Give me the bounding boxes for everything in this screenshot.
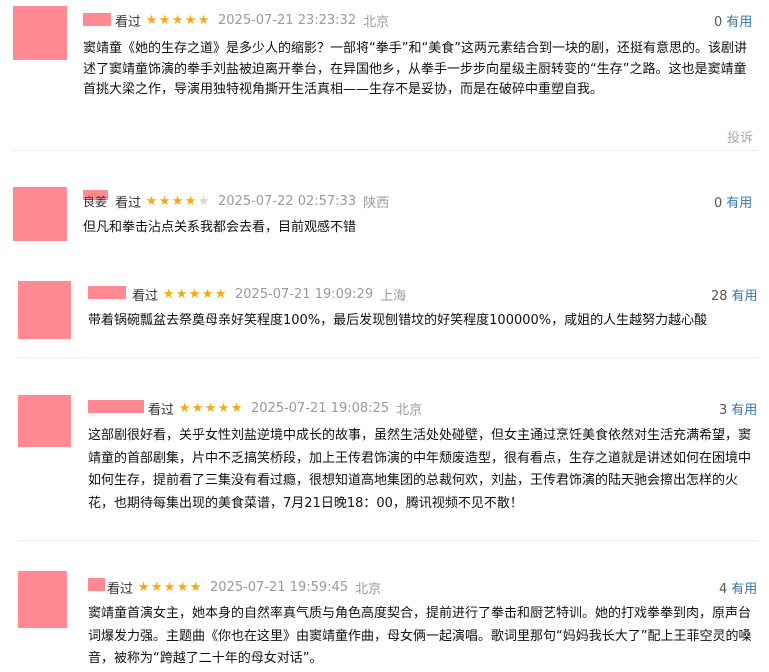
star-filled-icon: ★ xyxy=(201,287,214,302)
star-filled-icon: ★ xyxy=(188,287,201,302)
user-name[interactable] xyxy=(83,13,111,26)
comment-location: 北京 xyxy=(396,403,423,418)
comment-location: 北京 xyxy=(363,15,390,30)
vote-count: 28 xyxy=(711,289,728,304)
watched-status: 看过 xyxy=(148,403,175,418)
avatar[interactable] xyxy=(18,571,67,628)
useful-button[interactable]: 有用 xyxy=(731,403,757,418)
star-filled-icon: ★ xyxy=(176,580,189,595)
star-filled-icon: ★ xyxy=(163,580,176,595)
rating-stars: ★ ★ ★ ★ ★ xyxy=(145,14,210,27)
star-filled-icon: ★ xyxy=(145,13,158,28)
watched-status: 看过 xyxy=(107,582,134,597)
vote-count: 0 xyxy=(714,15,723,30)
avatar[interactable] xyxy=(18,281,71,339)
star-filled-icon: ★ xyxy=(189,580,202,595)
divider xyxy=(18,540,758,541)
comment-location: 上海 xyxy=(380,289,407,304)
vote-count: 4 xyxy=(719,582,728,597)
useful-button[interactable]: 有用 xyxy=(731,582,757,597)
star-filled-icon: ★ xyxy=(217,401,230,416)
star-filled-icon: ★ xyxy=(175,287,188,302)
watched-status: 看过 xyxy=(115,15,142,30)
user-name-text[interactable]: 良姜 xyxy=(83,193,107,210)
avatar[interactable] xyxy=(13,6,67,60)
star-filled-icon: ★ xyxy=(145,194,158,209)
report-button[interactable]: 投诉 xyxy=(727,127,753,146)
user-name[interactable] xyxy=(88,286,126,299)
watched-status: 看过 xyxy=(132,289,159,304)
star-empty-icon: ★ xyxy=(197,194,210,209)
user-name[interactable] xyxy=(88,400,144,413)
watched-status: 看过 xyxy=(115,196,142,211)
rating-stars: ★ ★ ★ ★ ★ xyxy=(137,581,202,594)
useful-button[interactable]: 有用 xyxy=(726,196,752,211)
star-filled-icon: ★ xyxy=(150,580,163,595)
comment-time: 2025-07-21 19:08:25 xyxy=(251,401,390,416)
comment-location: 北京 xyxy=(355,582,382,597)
comment-location: 陕西 xyxy=(363,196,390,211)
comment-time: 2025-07-22 02:57:33 xyxy=(218,194,357,209)
comment-content: 窦靖童《她的生存之道》是多少人的缩影？一部将“拳手”和“美食”这两元素结合到一块… xyxy=(83,41,747,98)
useful-button[interactable]: 有用 xyxy=(726,15,752,30)
star-filled-icon: ★ xyxy=(184,13,197,28)
rating-stars: ★ ★ ★ ★ ★ xyxy=(178,402,243,415)
rating-stars: ★ ★ ★ ★ ★ xyxy=(145,195,210,208)
star-filled-icon: ★ xyxy=(204,401,217,416)
star-filled-icon: ★ xyxy=(158,13,171,28)
comment-time: 2025-07-21 19:09:29 xyxy=(235,287,374,302)
vote-count: 3 xyxy=(719,403,728,418)
comment-content: 这部剧很好看，关乎女性刘盐逆境中成长的故事，虽然生活处处碰壁，但女主通过烹饪美食… xyxy=(88,428,752,511)
comment-time: 2025-07-21 23:23:32 xyxy=(218,13,357,28)
star-filled-icon: ★ xyxy=(162,287,175,302)
comment-content: 带着锅碗瓢盆去祭奠母亲好笑程度100%，最后发现刨错坟的好笑程度100000%，… xyxy=(88,313,708,328)
star-filled-icon: ★ xyxy=(171,194,184,209)
star-filled-icon: ★ xyxy=(171,13,184,28)
avatar[interactable] xyxy=(18,395,71,447)
user-name[interactable] xyxy=(88,578,105,591)
rating-stars: ★ ★ ★ ★ ★ xyxy=(162,288,227,301)
star-filled-icon: ★ xyxy=(178,401,191,416)
star-filled-icon: ★ xyxy=(230,401,243,416)
comment-content: 但凡和拳击沾点关系我都会去看，目前观感不错 xyxy=(83,220,357,235)
star-filled-icon: ★ xyxy=(214,287,227,302)
comment-time: 2025-07-21 19:59:45 xyxy=(210,580,349,595)
star-filled-icon: ★ xyxy=(197,13,210,28)
divider xyxy=(13,150,758,151)
star-filled-icon: ★ xyxy=(137,580,150,595)
comment-content: 窦靖童首演女主，她本身的自然率真气质与角色高度契合，提前进行了拳击和厨艺特训。她… xyxy=(88,606,752,666)
star-filled-icon: ★ xyxy=(184,194,197,209)
vote-count: 0 xyxy=(714,196,723,211)
divider xyxy=(18,357,758,358)
avatar[interactable] xyxy=(13,187,67,241)
useful-button[interactable]: 有用 xyxy=(732,289,758,304)
star-filled-icon: ★ xyxy=(191,401,204,416)
star-filled-icon: ★ xyxy=(158,194,171,209)
